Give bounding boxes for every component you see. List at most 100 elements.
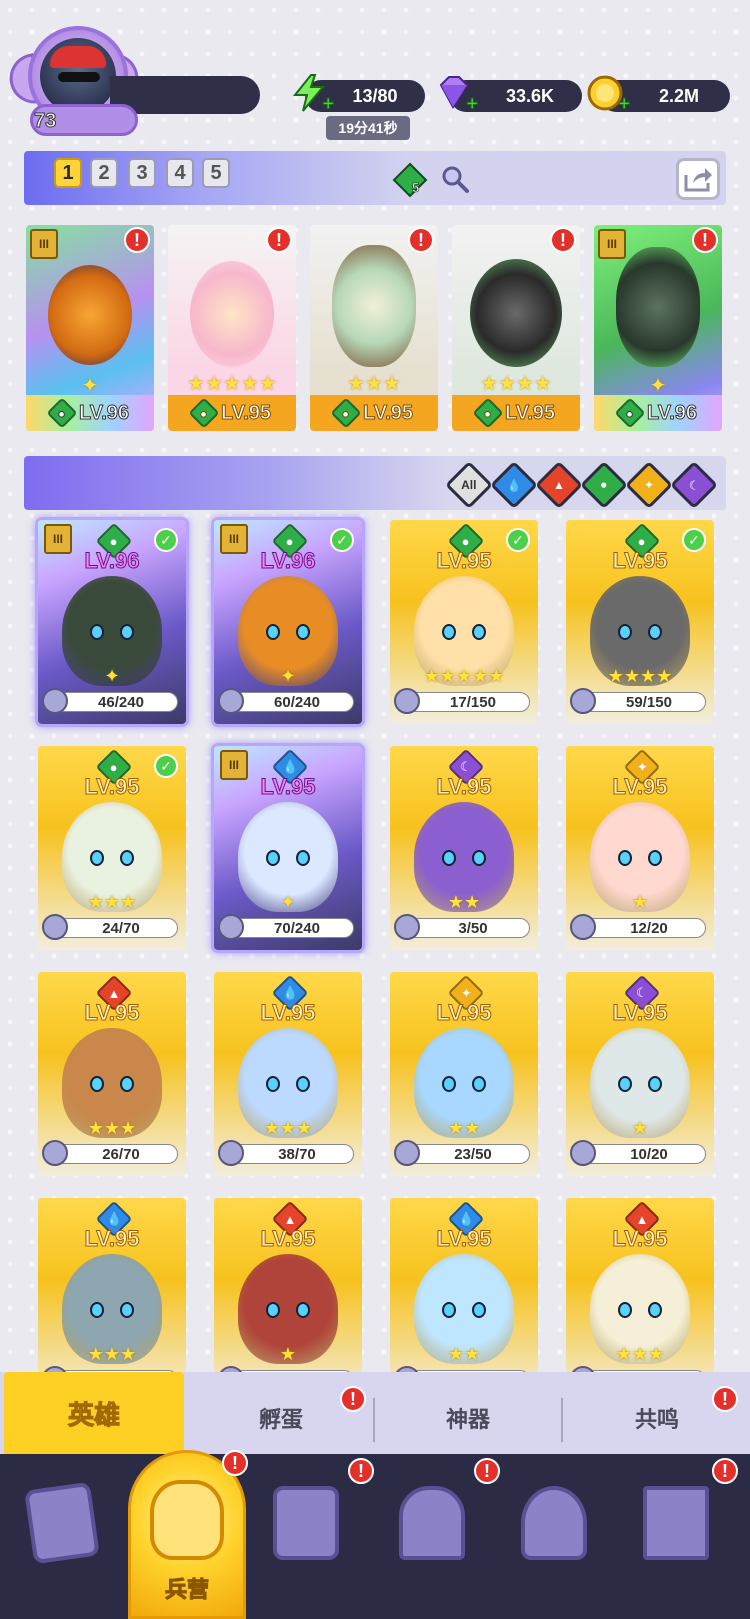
- rank-badge: III: [44, 524, 72, 554]
- hero-portrait: [332, 245, 416, 367]
- hero-level: LV.95: [260, 1000, 316, 1026]
- hero-level: LV.95: [436, 1000, 492, 1026]
- team-hero-card-3[interactable]: ★★★ ● LV.95 !: [310, 225, 438, 431]
- alert-icon: !: [550, 227, 576, 253]
- fragment-icon: [394, 914, 420, 940]
- energy-timer: 19分41秒: [326, 116, 410, 140]
- barracks-icon: [150, 1480, 224, 1560]
- checkmark-icon: ✓: [506, 528, 530, 552]
- hero-stars: ★★★: [615, 1344, 665, 1364]
- nature-element-icon: ●: [472, 397, 504, 429]
- hero-stars: ★★: [447, 1344, 481, 1364]
- hero-card[interactable]: 💧 LV.95 III ✦ 70/240: [214, 746, 362, 950]
- hero-card[interactable]: 💧 LV.95 ★★★ 38/70: [214, 972, 362, 1176]
- hero-portrait: [48, 265, 132, 365]
- fragment-icon: [570, 914, 596, 940]
- energy-plus-icon[interactable]: +: [322, 93, 335, 116]
- hero-level: LV.95: [84, 1226, 140, 1252]
- nav-castle-icon[interactable]: [390, 1476, 474, 1570]
- nature-element-icon: ●: [188, 397, 220, 429]
- hero-level: LV.95: [504, 401, 556, 424]
- fragment-icon: [42, 1140, 68, 1166]
- gem-plus-icon[interactable]: +: [466, 93, 479, 116]
- fragment-icon: [218, 688, 244, 714]
- hero-level: LV.95: [436, 774, 492, 800]
- tab-heroes[interactable]: 英雄: [4, 1372, 184, 1454]
- nature-element-icon: ●: [46, 397, 78, 429]
- nav-guild-icon[interactable]: [634, 1476, 718, 1570]
- hero-stars: ★★★★: [607, 666, 673, 686]
- tab-artifacts[interactable]: 神器: [376, 1390, 560, 1446]
- share-button[interactable]: [676, 158, 720, 200]
- nav-cards-icon[interactable]: [20, 1476, 104, 1570]
- hero-card[interactable]: ✦ LV.95 ★ 12/20: [566, 746, 714, 950]
- hero-portrait: [616, 247, 700, 367]
- hero-card[interactable]: ✦ LV.95 ★★ 23/50: [390, 972, 538, 1176]
- checkmark-icon: ✓: [682, 528, 706, 552]
- fragment-icon: [394, 1140, 420, 1166]
- hero-stars: ★★★★: [480, 373, 552, 395]
- rank-badge: III: [220, 524, 248, 554]
- hero-stars: ✦: [104, 666, 120, 686]
- nature-gem-icon[interactable]: 5: [392, 162, 428, 198]
- hero-stars: ★★★: [263, 1118, 313, 1138]
- hero-stars: ★★★★★: [187, 373, 277, 395]
- hero-level: LV.95: [436, 1226, 492, 1252]
- fragment-icon: [570, 1140, 596, 1166]
- fragment-icon: [218, 1140, 244, 1166]
- hero-card[interactable]: ● LV.95 ✓ ★★★★★ 17/150: [390, 520, 538, 724]
- hero-card[interactable]: ▲ LV.95 ★★★ 26/70: [38, 972, 186, 1176]
- team-hero-card-5[interactable]: ✦ ● LV.96 III !: [594, 225, 722, 431]
- tab-divider: [373, 1398, 375, 1442]
- fragment-icon: [42, 688, 68, 714]
- hero-stars: ★★★: [87, 1118, 137, 1138]
- energy-value: 13/80: [352, 85, 398, 106]
- hero-level: LV.95: [612, 774, 668, 800]
- team-hero-card-1[interactable]: ✦ ● LV.96 III !: [26, 225, 154, 431]
- hero-level: LV.96: [78, 401, 130, 424]
- guild-alert-icon: !: [712, 1458, 738, 1484]
- gold-coin-icon[interactable]: +: [584, 72, 630, 116]
- hero-level: LV.95: [84, 1000, 140, 1026]
- hero-stars: ✦: [280, 892, 296, 912]
- team-hero-card-4[interactable]: ★★★★ ● LV.95 !: [452, 225, 580, 431]
- hero-card[interactable]: ● LV.96 ✓ III ✦ 46/240: [38, 520, 186, 724]
- team-tab-1[interactable]: 1: [54, 158, 82, 188]
- hero-level: LV.95: [220, 401, 272, 424]
- magnify-icon[interactable]: [440, 164, 470, 194]
- gold-plus-icon[interactable]: +: [618, 93, 631, 116]
- hero-level: LV.95: [260, 1226, 316, 1252]
- nav-mushroom-icon[interactable]: [512, 1476, 596, 1570]
- avatar-image: [40, 38, 116, 114]
- hero-stars: ★: [279, 1344, 297, 1364]
- fragment-icon: [570, 688, 596, 714]
- team-tab-2[interactable]: 2: [90, 158, 118, 188]
- hero-stars: ★★★: [87, 892, 137, 912]
- alert-icon: !: [692, 227, 718, 253]
- energy-icon[interactable]: +: [288, 72, 334, 116]
- hero-card[interactable]: ● LV.95 ✓ ★★★ 24/70: [38, 746, 186, 950]
- hero-card[interactable]: ☾ LV.95 ★★ 3/50: [390, 746, 538, 950]
- gem-icon[interactable]: +: [432, 72, 478, 116]
- team-tab-5[interactable]: 5: [202, 158, 230, 188]
- hero-card[interactable]: ☾ LV.95 ★ 10/20: [566, 972, 714, 1176]
- hero-card[interactable]: ● LV.96 ✓ III ✦ 60/240: [214, 520, 362, 724]
- gem-count: 5: [412, 180, 420, 196]
- rank-badge: III: [598, 229, 626, 259]
- alert-icon: !: [266, 227, 292, 253]
- hero-level: LV.95: [612, 1226, 668, 1252]
- hero-stars: ★: [631, 1118, 649, 1138]
- team-tab-3[interactable]: 3: [128, 158, 156, 188]
- tab-divider: [561, 1398, 563, 1442]
- resonance-alert-icon: !: [712, 1386, 738, 1412]
- nav-map-icon[interactable]: [264, 1476, 348, 1570]
- hero-card[interactable]: ● LV.95 ✓ ★★★★ 59/150: [566, 520, 714, 724]
- nav-barracks-label: 兵营: [164, 1577, 209, 1603]
- hero-stars: ★★: [447, 1118, 481, 1138]
- player-level: 73: [33, 110, 57, 133]
- hero-stars: ✦: [280, 666, 296, 686]
- fragment-icon: [42, 914, 68, 940]
- alert-icon: !: [408, 227, 434, 253]
- team-hero-card-2[interactable]: ★★★★★ ● LV.95 !: [168, 225, 296, 431]
- team-tab-4[interactable]: 4: [166, 158, 194, 188]
